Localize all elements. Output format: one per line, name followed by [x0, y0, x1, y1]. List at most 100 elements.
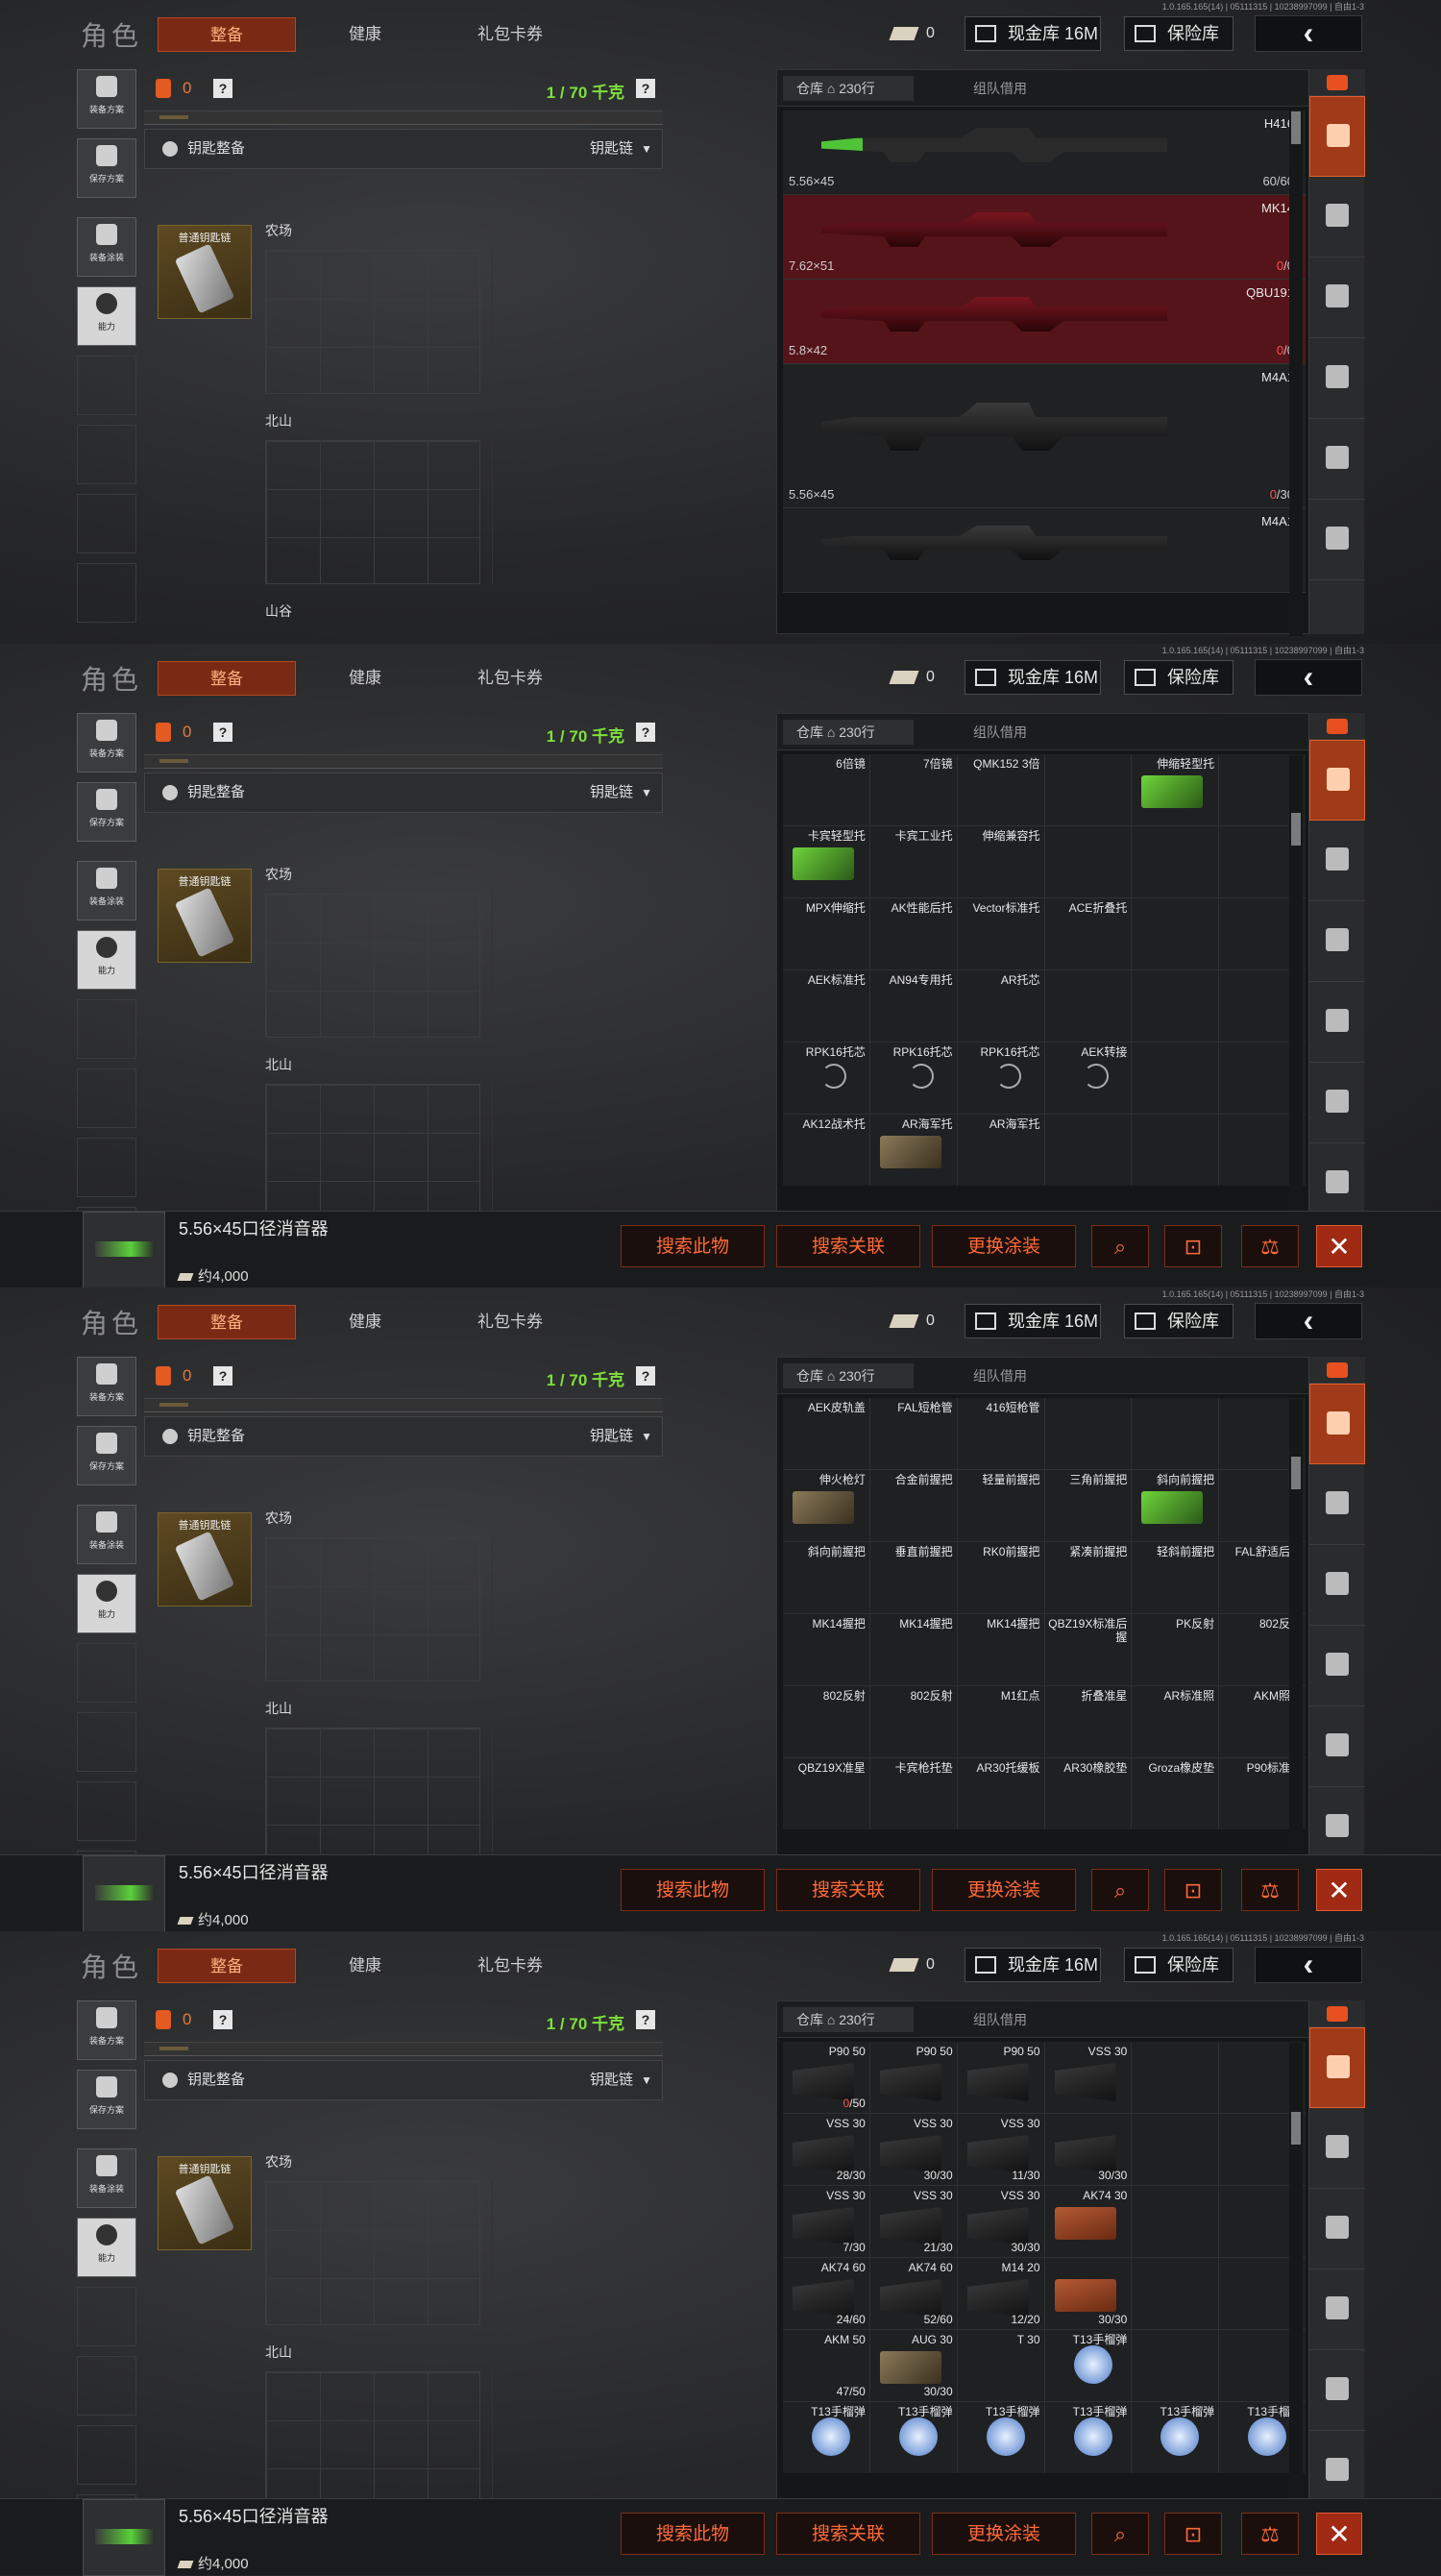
item-cell[interactable]: 伸缩兼容托 — [957, 826, 1044, 897]
cart-icon[interactable]: ⚖ — [1241, 2513, 1299, 2555]
item-cell[interactable]: VSS 30 21/30 — [869, 2186, 957, 2257]
action-button-0[interactable]: 搜索此物 — [621, 2513, 765, 2555]
tab-1[interactable]: 健康 — [327, 661, 403, 696]
zone-slots[interactable] — [265, 440, 480, 584]
item-cell[interactable] — [1044, 754, 1132, 825]
item-cell[interactable]: VSS 30 7/30 — [783, 2186, 869, 2257]
item-cell[interactable]: 合金前握把 — [869, 1470, 957, 1541]
keychain-card[interactable]: 普通钥匙链 — [158, 2156, 252, 2250]
item-cell[interactable]: 卡宾轻型托 — [783, 826, 869, 897]
item-cell[interactable]: FAL短枪管 — [869, 1398, 957, 1469]
zone-slots[interactable] — [265, 1537, 480, 1681]
category-all-icon[interactable] — [1309, 713, 1365, 740]
scroll-thumb[interactable] — [1291, 111, 1301, 144]
item-cell[interactable]: T13手榴弹 — [957, 2402, 1044, 2473]
item-cell[interactable]: P90 50 0/50 — [783, 2042, 869, 2113]
tab-team-borrow[interactable]: 组队借用 — [960, 720, 1040, 745]
item-cell[interactable]: 6倍镜 — [783, 754, 869, 825]
category-rifle[interactable] — [1309, 901, 1365, 982]
item-cell[interactable]: VSS 30 11/30 — [957, 2114, 1044, 2185]
item-cell[interactable]: T13手榴弹 — [869, 2402, 957, 2473]
item-cell[interactable]: AN94专用托 — [869, 970, 957, 1042]
help-icon[interactable]: ? — [636, 2010, 655, 2029]
item-cell[interactable] — [1044, 1398, 1132, 1469]
tab-0[interactable]: 整备 — [158, 17, 296, 52]
tab-warehouse[interactable]: 仓库 ⌂ 230行 — [783, 76, 914, 101]
item-cell[interactable] — [1132, 2042, 1219, 2113]
category-grip[interactable] — [1309, 1706, 1365, 1787]
scroll-thumb[interactable] — [1291, 813, 1301, 846]
item-cell[interactable]: 30/30 — [1044, 2114, 1132, 2185]
item-cell[interactable]: AEK标准托 — [783, 970, 869, 1042]
item-cell[interactable]: 伸缩轻型托 — [1132, 754, 1219, 825]
item-cell[interactable]: 416短枪管 — [957, 1398, 1044, 1469]
item-cell[interactable]: AK性能后托 — [869, 898, 957, 969]
item-cell[interactable]: 轻量前握把 — [957, 1470, 1044, 1541]
item-cell[interactable]: T 30 — [957, 2330, 1044, 2401]
item-cell[interactable]: AR海军托 — [957, 1115, 1044, 1186]
item-cell[interactable] — [1132, 826, 1219, 897]
item-cell[interactable]: RPK16托芯 — [783, 1043, 869, 1114]
item-cell[interactable]: 斜向前握把 — [1132, 1470, 1219, 1541]
item-cell[interactable]: M14 20 12/20 — [957, 2258, 1044, 2329]
category-armor[interactable] — [1309, 177, 1365, 258]
action-button-1[interactable]: 搜索关联 — [776, 1869, 920, 1911]
item-cell[interactable]: 折叠准星 — [1044, 1686, 1132, 1757]
item-cell[interactable]: AKM 50 47/50 — [783, 2330, 869, 2401]
help-icon[interactable]: ? — [213, 723, 232, 742]
item-cell[interactable]: RPK16托芯 — [869, 1043, 957, 1114]
category-magazine[interactable] — [1309, 2269, 1365, 2350]
item-cell[interactable]: AK74 60 24/60 — [783, 2258, 869, 2329]
item-cell[interactable]: RK0前握把 — [957, 1542, 1044, 1613]
category-grip[interactable] — [1309, 419, 1365, 500]
key-gear-row[interactable]: 钥匙整备 钥匙链 ▼ — [144, 1416, 663, 1457]
cash-vault-button[interactable]: 现金库 16M — [965, 1948, 1101, 1982]
category-selected[interactable] — [1309, 740, 1365, 821]
item-cell[interactable] — [1132, 2114, 1219, 2185]
close-icon[interactable]: ✕ — [1316, 1225, 1362, 1267]
tab-team-borrow[interactable]: 组队借用 — [960, 76, 1040, 101]
key-gear-row[interactable]: 钥匙整备 钥匙链 ▼ — [144, 2060, 663, 2100]
zone-slots[interactable] — [265, 250, 480, 394]
zone-slots[interactable] — [265, 894, 480, 1038]
action-button-2[interactable]: 更换涂装 — [932, 2513, 1076, 2555]
close-icon[interactable]: ✕ — [1316, 1869, 1362, 1911]
inventory-scrollbar[interactable] — [1289, 111, 1303, 636]
left-button-0[interactable]: 装备方案 — [77, 2000, 136, 2060]
item-cell[interactable] — [1044, 970, 1132, 1042]
category-magazine[interactable] — [1309, 1626, 1365, 1706]
item-cell[interactable]: 伸火枪灯 — [783, 1470, 869, 1541]
help-icon[interactable]: ? — [636, 79, 655, 98]
item-cell[interactable]: VSS 30 30/30 — [957, 2186, 1044, 2257]
key-gear-row[interactable]: 钥匙整备 钥匙链 ▼ — [144, 773, 663, 813]
item-cell[interactable]: M1红点 — [957, 1686, 1044, 1757]
item-cell[interactable] — [1132, 970, 1219, 1042]
scroll-thumb[interactable] — [1291, 2112, 1301, 2145]
item-cell[interactable]: 紧凑前握把 — [1044, 1542, 1132, 1613]
item-cell[interactable]: QMK152 3倍 — [957, 754, 1044, 825]
category-rifle[interactable] — [1309, 2189, 1365, 2269]
left-button-2[interactable]: 装备涂装 — [77, 861, 136, 920]
action-button-1[interactable]: 搜索关联 — [776, 2513, 920, 2555]
item-cell[interactable]: VSS 30 — [1044, 2042, 1132, 2113]
left-button-3[interactable]: 能力 — [77, 1574, 136, 1633]
item-cell[interactable]: AR海军托 — [869, 1115, 957, 1186]
cart-icon[interactable]: ⚖ — [1241, 1869, 1299, 1911]
help-icon[interactable]: ? — [213, 2010, 232, 2029]
tab-warehouse[interactable]: 仓库 ⌂ 230行 — [783, 1363, 914, 1388]
left-button-0[interactable]: 装备方案 — [77, 713, 136, 773]
left-button-1[interactable]: 保存方案 — [77, 1426, 136, 1485]
weapon-row[interactable]: M4A1 — [783, 508, 1306, 593]
category-selected[interactable] — [1309, 96, 1365, 177]
item-cell[interactable]: AEK皮轨盖 — [783, 1398, 869, 1469]
action-button-2[interactable]: 更换涂装 — [932, 1869, 1076, 1911]
back-button[interactable]: ‹ — [1255, 1947, 1362, 1983]
zone-slots[interactable] — [265, 1728, 480, 1872]
inventory-scrollbar[interactable] — [1289, 755, 1303, 1280]
item-cell[interactable]: AR30橡胶垫 — [1044, 1758, 1132, 1829]
item-cell[interactable]: QBZ19X准星 — [783, 1758, 869, 1829]
action-button-1[interactable]: 搜索关联 — [776, 1225, 920, 1267]
cart-icon[interactable]: ⚖ — [1241, 1225, 1299, 1267]
safe-vault-button[interactable]: 保险库 — [1124, 1304, 1233, 1338]
tab-1[interactable]: 健康 — [327, 1949, 403, 1983]
